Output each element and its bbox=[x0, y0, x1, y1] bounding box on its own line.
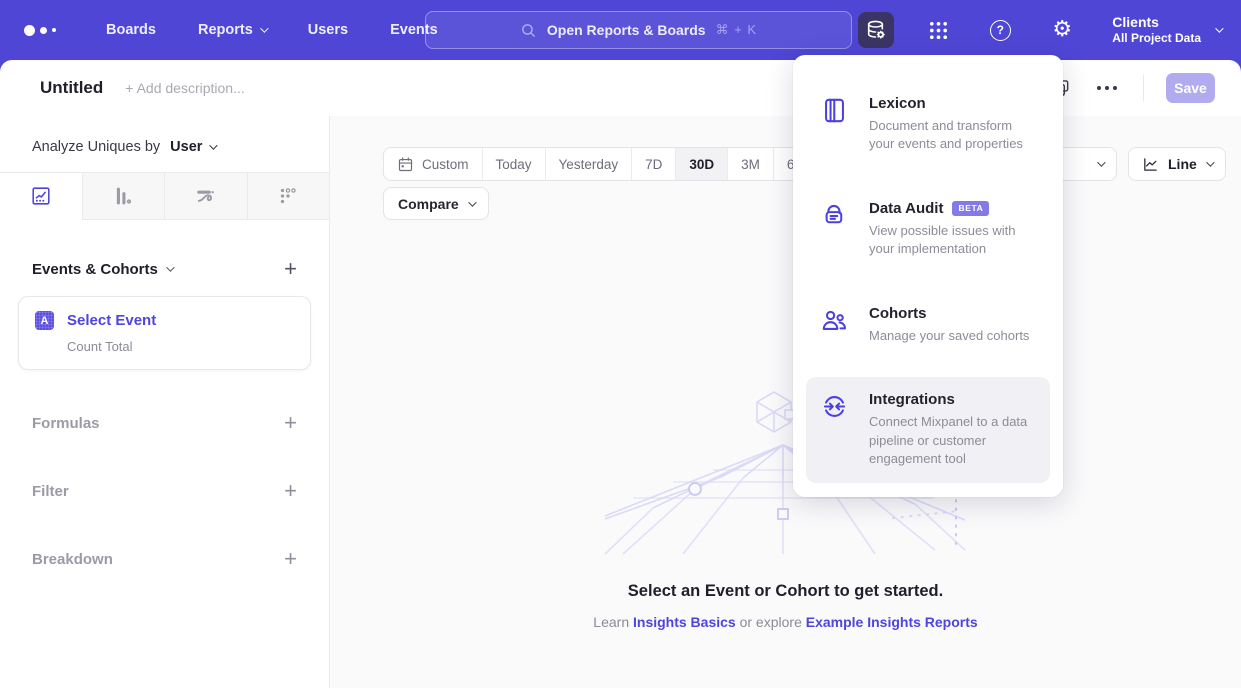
menu-item-lexicon[interactable]: Lexicon Document and transform your even… bbox=[806, 81, 1050, 168]
save-button[interactable]: Save bbox=[1166, 73, 1215, 103]
search-input[interactable]: Open Reports & Boards ⌘ + K bbox=[425, 11, 852, 49]
analyze-label: Analyze Uniques by bbox=[32, 139, 160, 155]
empty-state-subtitle: Learn Insights Basics or explore Example… bbox=[330, 614, 1241, 630]
search-shortcut: ⌘ + K bbox=[716, 22, 758, 38]
analyze-by-dropdown[interactable]: User bbox=[170, 139, 215, 155]
integrations-sync-icon bbox=[821, 393, 848, 420]
event-series-badge: A bbox=[35, 311, 54, 330]
learn-prefix: Learn bbox=[593, 614, 629, 630]
date-range-30d[interactable]: 30D bbox=[675, 148, 727, 180]
data-audit-icon bbox=[821, 202, 848, 229]
add-event-button[interactable]: + bbox=[284, 258, 297, 280]
project-name: Clients bbox=[1112, 13, 1201, 31]
menu-item-title: Cohorts bbox=[869, 305, 1029, 322]
nav-item-users[interactable]: Users bbox=[308, 22, 348, 38]
date-range-control: Custom Today Yesterday 7D 30D 3M 6M bbox=[383, 147, 820, 181]
report-canvas: Custom Today Yesterday 7D 30D 3M 6M Comp… bbox=[330, 116, 1241, 688]
menu-item-description: Connect Mixpanel to a data pipeline or c… bbox=[869, 413, 1035, 468]
event-card[interactable]: A Select Event Count Total bbox=[18, 296, 311, 370]
chart-style-dropdown[interactable]: Line bbox=[1128, 147, 1226, 181]
header-divider bbox=[1143, 75, 1144, 101]
date-range-3m[interactable]: 3M bbox=[727, 148, 773, 180]
line-chart-tab-icon bbox=[30, 185, 52, 207]
report-title[interactable]: Untitled bbox=[40, 78, 103, 98]
menu-item-title: Integrations bbox=[869, 391, 1035, 408]
or-explore-text: or explore bbox=[740, 614, 802, 630]
menu-item-cohorts[interactable]: Cohorts Manage your saved cohorts bbox=[806, 291, 1050, 359]
menu-item-description: Document and transform your events and p… bbox=[869, 117, 1035, 154]
menu-item-integrations[interactable]: Integrations Connect Mixpanel to a data … bbox=[806, 377, 1050, 482]
lexicon-book-icon bbox=[821, 97, 848, 124]
date-range-yesterday[interactable]: Yesterday bbox=[545, 148, 632, 180]
chevron-down-icon bbox=[1215, 24, 1223, 32]
top-navigation-bar: Boards Reports Users Events Open Reports… bbox=[0, 0, 1241, 60]
date-range-custom[interactable]: Custom bbox=[384, 148, 482, 180]
add-description-field[interactable]: + Add description... bbox=[125, 80, 244, 96]
tab-retention-grid[interactable] bbox=[247, 173, 330, 220]
chevron-down-icon bbox=[1097, 158, 1105, 166]
formulas-section-label: Formulas bbox=[32, 415, 100, 432]
chart-type-tabs bbox=[0, 172, 329, 220]
nav-item-reports[interactable]: Reports bbox=[198, 22, 266, 38]
menu-item-title: Data Audit BETA bbox=[869, 200, 1035, 217]
select-event-link[interactable]: Select Event bbox=[67, 312, 156, 329]
add-formula-button[interactable]: + bbox=[284, 412, 297, 434]
tab-insights-chart[interactable] bbox=[0, 173, 82, 220]
insights-basics-link[interactable]: Insights Basics bbox=[633, 614, 736, 630]
more-options-button[interactable] bbox=[1093, 82, 1121, 94]
cohorts-people-icon bbox=[821, 307, 848, 334]
beta-badge: BETA bbox=[952, 201, 989, 216]
help-icon: ? bbox=[990, 20, 1011, 41]
data-management-dropdown-menu: Lexicon Document and transform your even… bbox=[793, 55, 1063, 497]
query-builder-sidebar: Analyze Uniques by User bbox=[0, 116, 330, 688]
menu-item-description: View possible issues with your implement… bbox=[869, 222, 1035, 259]
help-button[interactable]: ? bbox=[982, 12, 1018, 48]
gear-icon: ⚙ bbox=[1052, 19, 1072, 41]
settings-button[interactable]: ⚙ bbox=[1044, 12, 1080, 48]
date-range-today[interactable]: Today bbox=[482, 148, 545, 180]
grid-dots-tab-icon bbox=[277, 185, 299, 207]
events-cohorts-section-toggle[interactable]: Events & Cohorts bbox=[32, 261, 172, 278]
menu-item-description: Manage your saved cohorts bbox=[869, 327, 1029, 345]
compare-dropdown[interactable]: Compare bbox=[383, 187, 489, 220]
add-filter-button[interactable]: + bbox=[284, 480, 297, 502]
filter-section-label: Filter bbox=[32, 483, 69, 500]
search-icon bbox=[520, 22, 537, 39]
breakdown-section-label: Breakdown bbox=[32, 551, 113, 568]
add-breakdown-button[interactable]: + bbox=[284, 548, 297, 570]
line-chart-icon bbox=[1142, 156, 1159, 173]
mixpanel-logo-icon[interactable] bbox=[24, 25, 64, 36]
menu-item-title: Lexicon bbox=[869, 95, 1035, 112]
database-gear-icon bbox=[864, 18, 888, 42]
project-selector[interactable]: Clients All Project Data bbox=[1112, 13, 1221, 47]
search-placeholder: Open Reports & Boards bbox=[547, 22, 706, 38]
project-scope: All Project Data bbox=[1112, 31, 1201, 47]
data-management-button[interactable] bbox=[858, 12, 894, 48]
flow-tab-icon bbox=[194, 185, 217, 208]
chevron-down-icon bbox=[260, 24, 268, 32]
date-range-7d[interactable]: 7D bbox=[631, 148, 675, 180]
nav-item-boards[interactable]: Boards bbox=[106, 22, 156, 38]
menu-item-data-audit[interactable]: Data Audit BETA View possible issues wit… bbox=[806, 186, 1050, 273]
empty-state-title: Select an Event or Cohort to get started… bbox=[330, 582, 1241, 601]
apps-grid-button[interactable] bbox=[920, 12, 956, 48]
tab-bar-chart[interactable] bbox=[82, 173, 165, 220]
example-insights-reports-link[interactable]: Example Insights Reports bbox=[806, 614, 978, 630]
event-aggregation[interactable]: Count Total bbox=[67, 339, 294, 354]
grid-apps-icon bbox=[927, 19, 950, 42]
calendar-icon bbox=[397, 156, 414, 173]
bar-chart-tab-icon bbox=[112, 185, 134, 207]
tab-flow-chart[interactable] bbox=[164, 173, 247, 220]
